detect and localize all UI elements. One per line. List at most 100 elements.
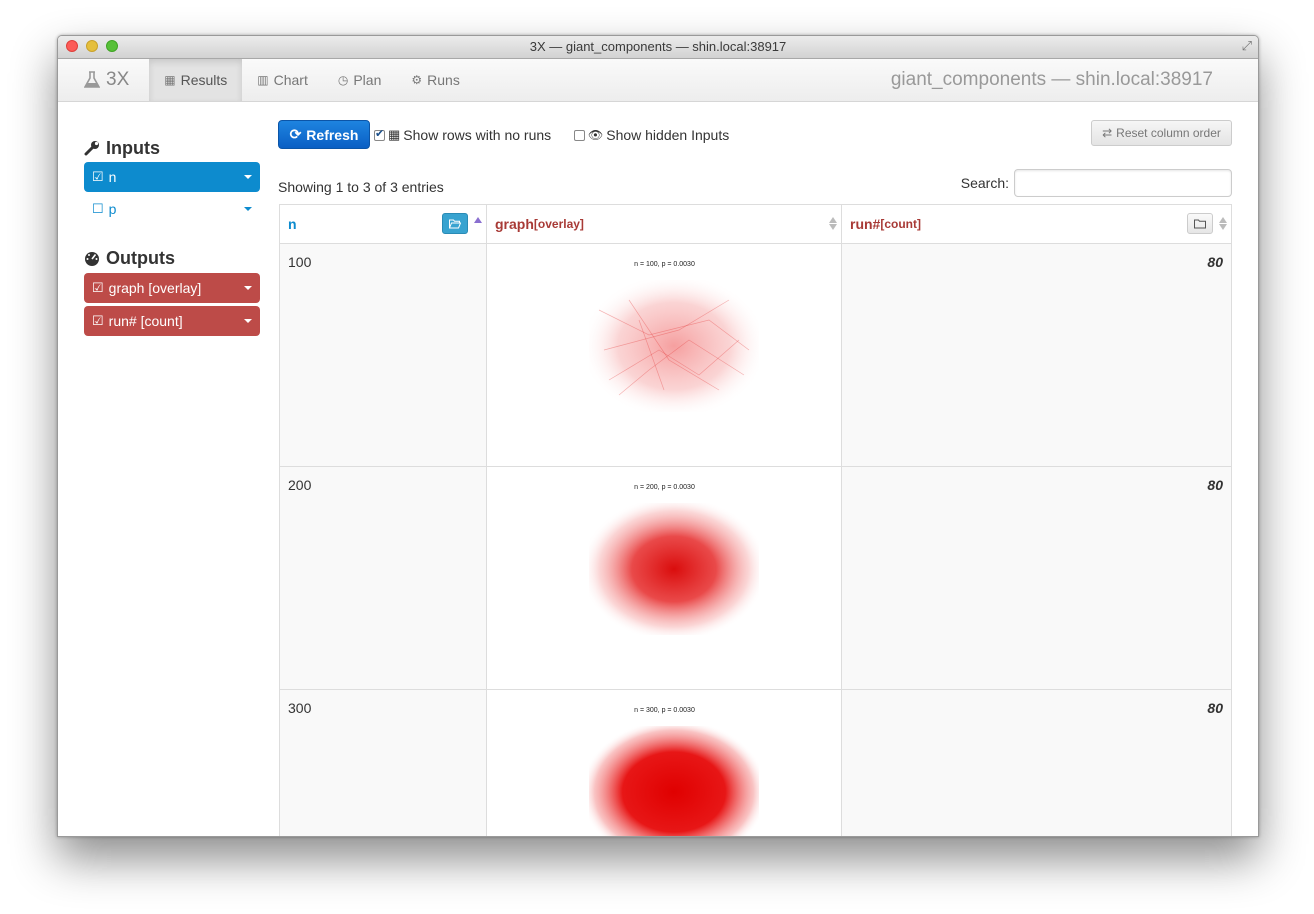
table-search: Search: <box>961 169 1232 197</box>
clock-icon: ◷ <box>337 73 349 87</box>
tab-label: Chart <box>273 72 308 88</box>
refresh-button[interactable]: ⟳ Refresh <box>278 120 370 149</box>
input-n-pill[interactable]: ☑ n <box>84 162 260 192</box>
input-label: n <box>108 169 117 185</box>
search-input[interactable] <box>1014 169 1232 197</box>
tab-plan[interactable]: ◷ Plan <box>323 59 397 101</box>
bar-chart-icon: ▥ <box>257 73 269 87</box>
tab-runs[interactable]: ⚙ Runs <box>396 59 474 101</box>
column-name: n <box>288 216 297 232</box>
output-run-count-pill[interactable]: ☑ run# [count] <box>84 306 260 336</box>
output-label: graph [overlay] <box>108 280 202 296</box>
cell-run-count[interactable]: 80 <box>842 244 1231 466</box>
column-header-graph[interactable]: graph [overlay] <box>487 205 842 243</box>
wrench-icon <box>84 141 99 156</box>
sidebar: Inputs ☑ n ☐ p Outputs ☑ graph [overlay] <box>84 136 260 336</box>
tab-label: Plan <box>353 72 382 88</box>
network-graph-image <box>589 726 759 836</box>
cell-run-count[interactable]: 80 <box>842 467 1231 689</box>
show-rows-label[interactable]: Show rows with no runs <box>403 127 551 143</box>
caret-down-icon[interactable] <box>244 207 252 211</box>
cell-run-count[interactable]: 80 <box>842 690 1231 836</box>
zoom-window-button[interactable] <box>106 40 118 52</box>
reset-column-order-button[interactable]: ⇄ Reset column order <box>1091 120 1232 146</box>
window-controls <box>66 40 118 52</box>
column-sub: [count] <box>880 217 921 231</box>
dashboard-icon <box>85 252 99 266</box>
graph-overlay-image[interactable]: n = 100, p = 0.0030 <box>531 252 798 452</box>
cell-graph: n = 100, p = 0.0030 <box>487 244 842 466</box>
graph-overlay-image[interactable]: n = 300, p = 0.0030 <box>531 698 798 836</box>
close-window-button[interactable] <box>66 40 78 52</box>
table-info: Showing 1 to 3 of 3 entries <box>278 179 444 195</box>
sort-ascending-icon[interactable] <box>474 217 482 223</box>
column-name: run# <box>850 216 881 232</box>
sort-icon[interactable] <box>1219 217 1227 230</box>
cell-n[interactable]: 300 <box>280 690 487 836</box>
caret-down-icon[interactable] <box>244 286 252 290</box>
flask-icon <box>84 71 100 88</box>
table-row: 300 n = 300, p = 0.0030 80 <box>280 690 1231 836</box>
results-toolbar: ⟳ Refresh ▦ Show rows with no runs 👁 Sho… <box>278 120 1232 150</box>
inputs-heading-label: Inputs <box>106 137 160 158</box>
caret-down-icon[interactable] <box>244 319 252 323</box>
sort-icon[interactable] <box>829 217 837 230</box>
tab-results[interactable]: ▦ Results <box>149 59 243 101</box>
refresh-label: Refresh <box>306 126 359 143</box>
table-icon: ▦ <box>164 73 176 87</box>
tab-label: Results <box>180 72 228 88</box>
outputs-heading-label: Outputs <box>106 247 175 268</box>
expand-column-button[interactable] <box>442 213 468 234</box>
show-hidden-checkbox[interactable] <box>574 129 585 141</box>
folder-icon <box>1194 219 1206 228</box>
output-graph-pill[interactable]: ☑ graph [overlay] <box>84 273 260 303</box>
network-graph-image <box>589 280 759 412</box>
fullscreen-icon[interactable]: ⤢ <box>1242 39 1252 53</box>
inputs-heading: Inputs <box>84 136 260 160</box>
brand[interactable]: 3X <box>84 59 129 101</box>
table-row: 100 n = 100, p = 0.0030 80 <box>280 244 1231 467</box>
window-title: 3X — giant_components — shin.local:38917 <box>529 39 787 54</box>
input-label: p <box>108 201 117 217</box>
cell-graph: n = 200, p = 0.0030 <box>487 467 842 689</box>
cogs-icon: ⚙ <box>411 73 423 87</box>
show-hidden-option: 👁 Show hidden Inputs <box>574 127 729 143</box>
column-name: graph <box>495 216 534 232</box>
run-location: giant_components — shin.local:38917 <box>890 69 1213 90</box>
refresh-icon: ⟳ <box>289 126 302 142</box>
checked-box-icon: ☑ <box>92 169 104 184</box>
grid-icon: ▦ <box>388 127 401 142</box>
column-header-n[interactable]: n <box>280 205 487 243</box>
navbar: 3X ▦ Results ▥ Chart ◷ Plan ⚙ Runs giant… <box>58 59 1258 102</box>
network-graph-image <box>589 503 759 635</box>
show-hidden-label[interactable]: Show hidden Inputs <box>606 127 729 143</box>
minimize-window-button[interactable] <box>86 40 98 52</box>
tab-label: Runs <box>427 72 460 88</box>
app-window: 3X — giant_components — shin.local:38917… <box>57 35 1259 837</box>
reset-label: Reset column order <box>1116 126 1221 140</box>
checked-box-icon: ☑ <box>92 313 104 328</box>
plot-title: n = 300, p = 0.0030 <box>634 707 695 714</box>
plot-title: n = 200, p = 0.0030 <box>634 484 695 491</box>
caret-down-icon[interactable] <box>244 175 252 179</box>
folder-open-icon <box>449 219 461 228</box>
table-row: 200 n = 200, p = 0.0030 80 <box>280 467 1231 690</box>
unchecked-box-icon: ☐ <box>92 201 104 216</box>
checked-box-icon: ☑ <box>92 280 104 295</box>
results-table: n graph [overlay] run# [count] 100 n = 1… <box>279 204 1232 836</box>
column-header-run-count[interactable]: run# [count] <box>842 205 1231 243</box>
output-label: run# [count] <box>108 313 183 329</box>
show-rows-checkbox[interactable] <box>374 127 385 141</box>
input-p-pill[interactable]: ☐ p <box>84 194 260 224</box>
title-bar: 3X — giant_components — shin.local:38917… <box>58 36 1258 59</box>
plot-title: n = 100, p = 0.0030 <box>634 261 695 268</box>
cell-n[interactable]: 200 <box>280 467 487 689</box>
tab-chart[interactable]: ▥ Chart <box>242 59 323 101</box>
exchange-icon: ⇄ <box>1102 126 1113 140</box>
graph-overlay-image[interactable]: n = 200, p = 0.0030 <box>531 475 798 675</box>
cell-n[interactable]: 100 <box>280 244 487 466</box>
column-sub: [overlay] <box>533 217 584 231</box>
cell-graph: n = 300, p = 0.0030 <box>487 690 842 836</box>
expand-column-button[interactable] <box>1187 213 1213 234</box>
table-header: n graph [overlay] run# [count] <box>280 205 1231 244</box>
